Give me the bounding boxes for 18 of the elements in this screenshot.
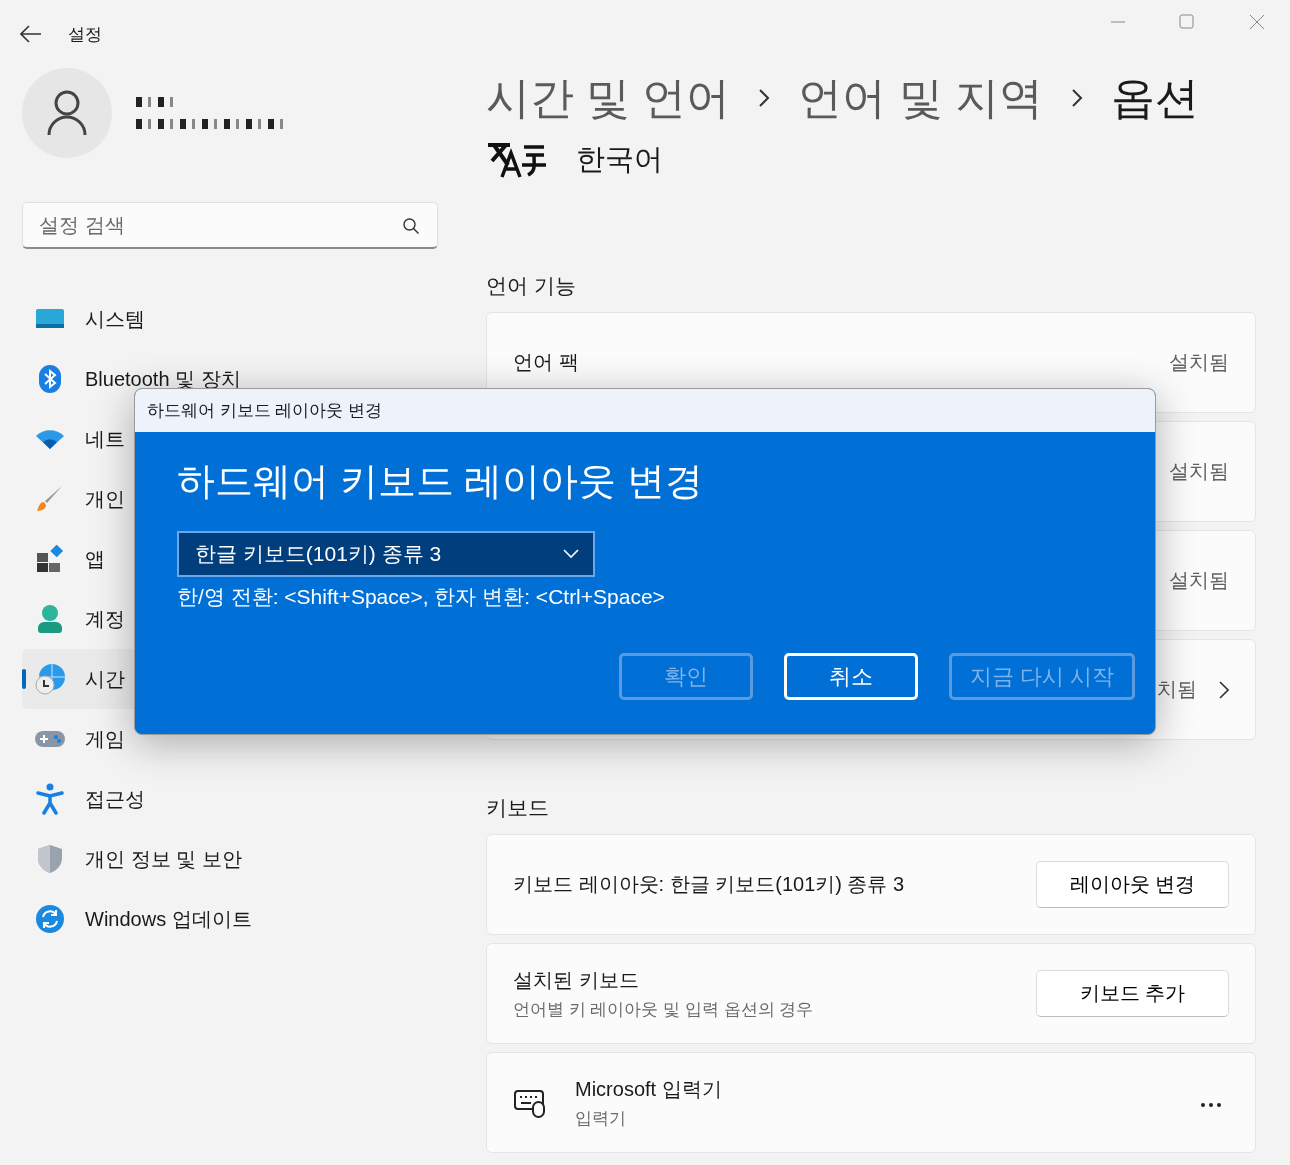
- card-label: 키보드 레이아웃: 한글 키보드(101키) 종류 3: [513, 872, 905, 897]
- language-name: 한국어: [576, 142, 663, 177]
- shortcut-hint: 한/영 전환: <Shift+Space>, 한자 변환: <Ctrl+Space>: [177, 584, 666, 610]
- status-text: 설치됨: [1169, 350, 1229, 375]
- card-label: Microsoft 입력기: [575, 1076, 722, 1102]
- window-title: 설정: [68, 23, 102, 46]
- card-label: 언어 팩: [513, 350, 579, 375]
- card-description: 언어별 키 레이아웃 및 입력 옵션의 경우: [513, 998, 814, 1021]
- section-heading: 키보드: [486, 795, 550, 821]
- dialog-title: 하드웨어 키보드 레이아웃 변경: [147, 400, 383, 422]
- breadcrumb-item: 옵션: [1110, 71, 1199, 124]
- card-label: 설치된 키보드: [513, 967, 640, 993]
- status-text: 치됨: [1157, 677, 1197, 702]
- card-description: 입력기: [575, 1107, 627, 1130]
- section-heading: 언어 기능: [486, 273, 577, 299]
- status-text: 설치됨: [1169, 459, 1229, 484]
- status-text: 설치됨: [1169, 568, 1229, 593]
- dialog-heading: 하드웨어 키보드 레이아웃 변경: [177, 459, 704, 504]
